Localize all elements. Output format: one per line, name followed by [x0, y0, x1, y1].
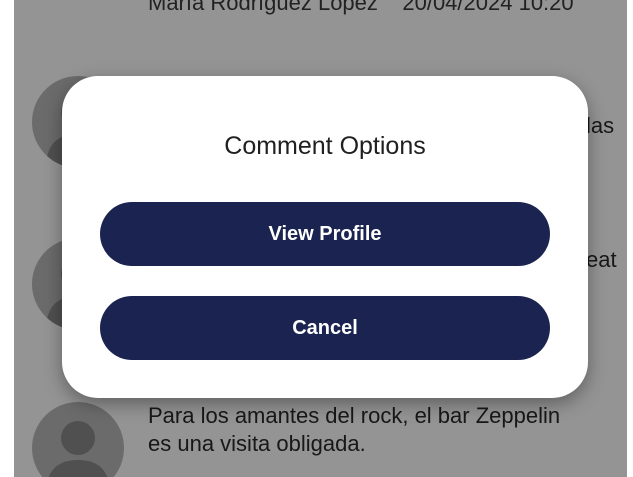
view-profile-button[interactable]: View Profile — [100, 202, 550, 266]
cancel-button[interactable]: Cancel — [100, 296, 550, 360]
comment-options-dialog: Comment Options View Profile Cancel — [62, 76, 588, 398]
dialog-title: Comment Options — [224, 132, 426, 160]
comments-screen: María Rodríguez López 20/04/2024 10:20 l… — [14, 0, 627, 477]
